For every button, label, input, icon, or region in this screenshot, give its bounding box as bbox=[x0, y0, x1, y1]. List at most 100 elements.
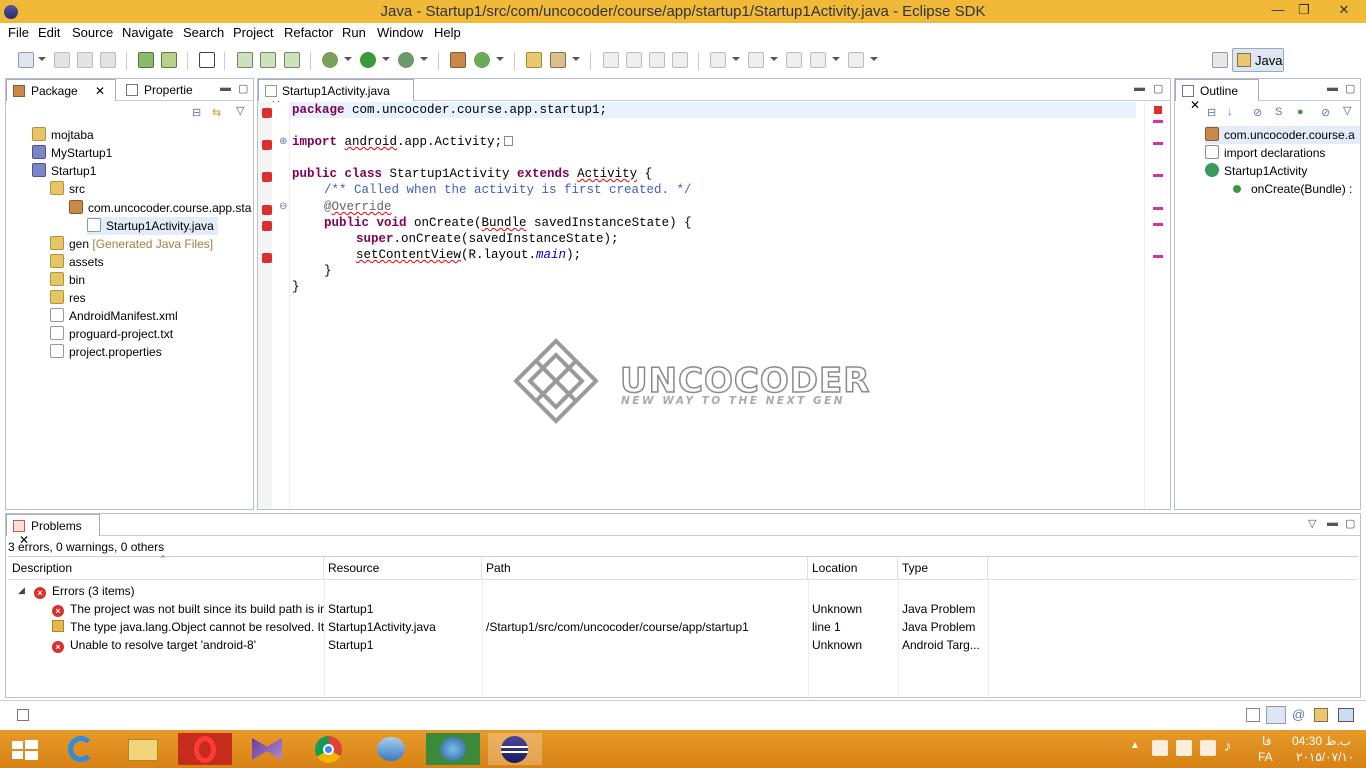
tree-item[interactable]: assets bbox=[50, 253, 104, 271]
tab-outline[interactable]: Outline ✕ bbox=[1175, 79, 1259, 112]
outline-item[interactable]: Startup1Activity bbox=[1205, 162, 1307, 180]
language-fa-label[interactable]: فا bbox=[1262, 734, 1271, 748]
maximize-view-icon[interactable]: ▢ bbox=[1345, 82, 1355, 95]
toggle-mark-occurrences-icon[interactable] bbox=[603, 52, 619, 68]
new-dropdown-icon[interactable] bbox=[38, 57, 46, 61]
close-icon[interactable]: ✕ bbox=[1190, 98, 1200, 112]
column-header-description[interactable]: Description bbox=[8, 557, 324, 579]
maximize-view-icon[interactable]: ▢ bbox=[238, 82, 248, 95]
network-icon[interactable] bbox=[1200, 740, 1216, 756]
error-overview-marker[interactable] bbox=[1153, 223, 1163, 226]
tray-app-icon[interactable] bbox=[1176, 740, 1192, 756]
print-icon[interactable] bbox=[100, 52, 116, 68]
previous-annotation-icon[interactable] bbox=[748, 52, 764, 68]
menu-navigate[interactable]: Navigate bbox=[122, 25, 173, 40]
error-overview-marker[interactable] bbox=[1153, 255, 1163, 258]
view-menu-icon[interactable]: ▽ bbox=[1308, 517, 1316, 530]
outline-item[interactable]: onCreate(Bundle) : bbox=[1233, 180, 1352, 198]
new-java-package-icon[interactable] bbox=[450, 52, 466, 68]
collapse-all-icon[interactable]: ⊟ bbox=[192, 106, 201, 119]
back-dropdown-icon[interactable] bbox=[832, 57, 840, 61]
fast-view-icon[interactable] bbox=[17, 709, 29, 721]
external-tools-dropdown-icon[interactable] bbox=[420, 57, 428, 61]
menu-edit[interactable]: Edit bbox=[38, 25, 60, 40]
error-summary-icon[interactable] bbox=[1154, 106, 1162, 114]
tree-item[interactable]: src bbox=[50, 180, 85, 198]
visual-studio-icon[interactable] bbox=[240, 733, 294, 765]
error-marker-icon[interactable] bbox=[262, 108, 272, 118]
internet-explorer-icon[interactable] bbox=[54, 733, 108, 765]
maximize-button[interactable]: ❐ bbox=[1292, 2, 1316, 20]
tab-properties[interactable]: Propertie bbox=[120, 79, 210, 101]
problems-fastview-icon[interactable] bbox=[1266, 706, 1286, 724]
collapse-all-icon[interactable]: ⊟ bbox=[1207, 106, 1216, 119]
clock-date[interactable]: ۲۰۱۵/۰۷/۱۰ bbox=[1296, 750, 1354, 764]
toggle-edit-icon[interactable] bbox=[626, 52, 642, 68]
hide-static-icon[interactable]: S bbox=[1275, 106, 1282, 118]
open-type-icon[interactable] bbox=[526, 52, 542, 68]
save-icon[interactable] bbox=[54, 52, 70, 68]
new-icon[interactable] bbox=[18, 52, 34, 68]
new-java-class-icon[interactable] bbox=[474, 52, 490, 68]
language-code[interactable]: FA bbox=[1258, 750, 1273, 764]
tree-item[interactable]: Startup1 bbox=[32, 162, 96, 180]
error-marker-icon[interactable] bbox=[262, 205, 272, 215]
column-header-resource[interactable]: Resource bbox=[324, 557, 482, 579]
new-android-project-icon[interactable] bbox=[237, 52, 253, 68]
error-marker-icon[interactable] bbox=[262, 221, 272, 231]
debug-icon[interactable] bbox=[322, 52, 338, 68]
action-center-icon[interactable] bbox=[1152, 740, 1168, 756]
menu-refactor[interactable]: Refactor bbox=[284, 25, 333, 40]
previous-annotation-dropdown-icon[interactable] bbox=[770, 57, 778, 61]
expand-import-icon[interactable]: ⊕ bbox=[279, 136, 287, 147]
tree-item[interactable]: res bbox=[50, 289, 86, 307]
column-header-path[interactable]: Path bbox=[482, 557, 808, 579]
tree-item[interactable]: com.uncocoder.course.app.sta bbox=[69, 199, 251, 217]
forward-icon[interactable] bbox=[848, 52, 864, 68]
java-perspective-button[interactable]: Java bbox=[1232, 48, 1284, 72]
error-overview-marker[interactable] bbox=[1153, 174, 1163, 177]
tree-item[interactable]: gen [Generated Java Files] bbox=[50, 235, 213, 253]
sort-icon[interactable]: ↓ bbox=[1227, 106, 1233, 118]
hide-local-types-icon[interactable]: ⊘ bbox=[1321, 106, 1330, 119]
new-android-xml-icon[interactable] bbox=[284, 52, 300, 68]
restore-icon[interactable] bbox=[1246, 708, 1260, 722]
tree-item[interactable]: proguard-project.txt bbox=[50, 325, 173, 343]
minimize-view-icon[interactable]: ▬ bbox=[1327, 82, 1338, 94]
view-menu-icon[interactable]: ▽ bbox=[236, 104, 244, 117]
open-perspective-icon[interactable] bbox=[1212, 52, 1228, 68]
minimize-view-icon[interactable]: ▬ bbox=[1327, 517, 1338, 529]
back-icon[interactable] bbox=[810, 52, 826, 68]
debug-dropdown-icon[interactable] bbox=[344, 57, 352, 61]
error-marker-icon[interactable] bbox=[262, 253, 272, 263]
error-overview-marker[interactable] bbox=[1153, 142, 1163, 145]
search-dropdown-icon[interactable] bbox=[572, 57, 580, 61]
tree-item[interactable]: bin bbox=[50, 271, 85, 289]
javadoc-icon[interactable]: @ bbox=[1292, 707, 1305, 722]
hide-fields-icon[interactable]: ⊘ bbox=[1253, 106, 1262, 119]
tree-item-selected[interactable]: Startup1Activity.java bbox=[87, 217, 218, 235]
close-icon[interactable]: ✕ bbox=[95, 84, 105, 98]
folded-code-icon[interactable] bbox=[504, 136, 514, 146]
internet-download-manager-icon[interactable] bbox=[426, 733, 480, 765]
next-annotation-icon[interactable] bbox=[710, 52, 726, 68]
menu-window[interactable]: Window bbox=[377, 25, 423, 40]
block-selection-icon[interactable] bbox=[649, 52, 665, 68]
collapse-method-icon[interactable]: ⊖ bbox=[279, 201, 287, 212]
view-menu-icon[interactable]: ▽ bbox=[1343, 104, 1351, 117]
run-dropdown-icon[interactable] bbox=[382, 57, 390, 61]
clock-time[interactable]: 04:30 ب.ظ bbox=[1292, 734, 1351, 748]
tree-item[interactable]: project.properties bbox=[50, 343, 162, 361]
save-all-icon[interactable] bbox=[77, 52, 93, 68]
next-annotation-dropdown-icon[interactable] bbox=[732, 57, 740, 61]
search-icon[interactable] bbox=[550, 52, 566, 68]
menu-project[interactable]: Project bbox=[233, 25, 273, 40]
file-explorer-icon[interactable] bbox=[116, 733, 170, 765]
thunderbird-icon[interactable] bbox=[364, 733, 418, 765]
tree-item[interactable]: mojtaba bbox=[32, 126, 94, 144]
maximize-view-icon[interactable]: ▢ bbox=[1153, 82, 1163, 95]
error-overview-marker[interactable] bbox=[1153, 120, 1163, 123]
minimize-view-icon[interactable]: ▬ bbox=[1134, 82, 1145, 94]
run-icon[interactable] bbox=[360, 52, 376, 68]
outline-item[interactable]: com.uncocoder.course.a bbox=[1205, 126, 1360, 144]
